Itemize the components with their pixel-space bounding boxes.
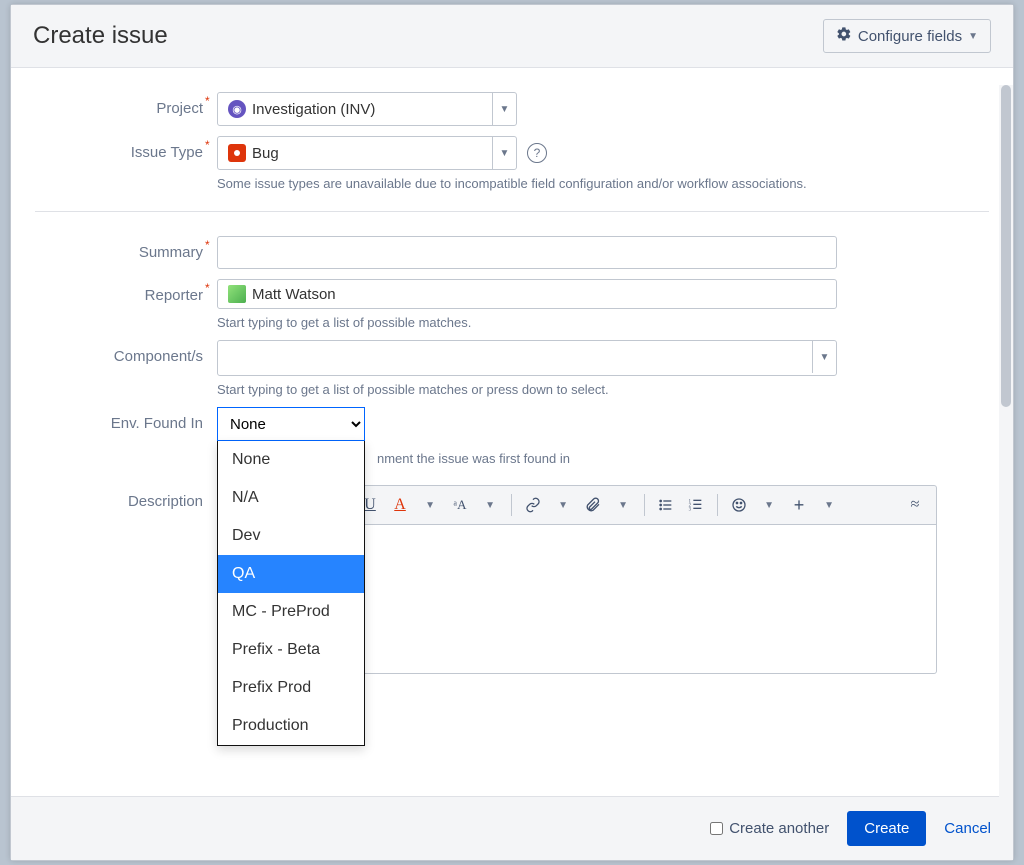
gear-icon xyxy=(836,26,852,46)
project-value: Investigation (INV) xyxy=(252,101,375,118)
env-found-in-label: Env. Found In xyxy=(35,407,217,432)
dialog-header: Create issue Configure fields ▼ xyxy=(11,5,1013,68)
configure-fields-button[interactable]: Configure fields ▼ xyxy=(823,19,991,53)
bullet-list-button[interactable] xyxy=(653,492,679,518)
scrollbar-thumb[interactable] xyxy=(1001,85,1011,407)
issue-type-value: Bug xyxy=(252,145,279,162)
env-option[interactable]: Prefix - Beta xyxy=(218,631,364,669)
reporter-note: Start typing to get a list of possible m… xyxy=(217,315,837,330)
dialog-body: Project ◉ Investigation (INV) ▼ Issue Ty… xyxy=(11,68,1013,796)
link-more[interactable]: ▼ xyxy=(550,492,576,518)
components-row: Component/s ▼ Start typing to get a list… xyxy=(35,340,989,397)
env-option[interactable]: None xyxy=(218,441,364,479)
reporter-input[interactable]: Matt Watson xyxy=(217,279,837,309)
insert-more-dropdown[interactable]: ▼ xyxy=(816,492,842,518)
expand-button[interactable]: ≈ xyxy=(902,492,928,518)
create-another-checkbox[interactable] xyxy=(710,822,723,835)
components-label: Component/s xyxy=(35,340,217,365)
clear-formatting-button[interactable]: ᵃA xyxy=(447,492,473,518)
reporter-value: Matt Watson xyxy=(252,286,336,303)
toolbar-separator xyxy=(511,494,512,516)
components-note: Start typing to get a list of possible m… xyxy=(217,382,837,397)
help-icon[interactable]: ? xyxy=(527,143,547,163)
issue-type-row: Issue Type Bug ▼ ? Some issue types are … xyxy=(35,136,989,191)
configure-fields-label: Configure fields xyxy=(858,28,962,45)
emoji-button[interactable] xyxy=(726,492,752,518)
chevron-down-icon: ▼ xyxy=(500,148,510,159)
summary-input[interactable] xyxy=(217,236,837,269)
create-button[interactable]: Create xyxy=(847,811,926,846)
project-label: Project xyxy=(35,92,217,117)
issue-type-select-toggle[interactable]: ▼ xyxy=(492,137,516,169)
create-another-label[interactable]: Create another xyxy=(710,820,829,837)
toolbar-separator xyxy=(644,494,645,516)
avatar-icon xyxy=(228,285,246,303)
issue-type-label: Issue Type xyxy=(35,136,217,161)
divider xyxy=(35,211,989,212)
summary-row: Summary xyxy=(35,236,989,269)
clear-formatting-more[interactable]: ▼ xyxy=(477,492,503,518)
env-found-in-dropdown: NoneN/ADevQAMC - PreProdPrefix - BetaPre… xyxy=(217,441,365,746)
env-found-in-help-fragment: nment the issue was first found in xyxy=(377,451,570,466)
project-row: Project ◉ Investigation (INV) ▼ xyxy=(35,92,989,126)
toolbar-separator xyxy=(717,494,718,516)
attachment-more[interactable]: ▼ xyxy=(610,492,636,518)
issue-type-note: Some issue types are unavailable due to … xyxy=(217,176,857,191)
svg-text:3: 3 xyxy=(689,507,692,512)
description-row: Description Style ▼ B I U A ▼ ᵃA ▼ xyxy=(35,485,989,674)
attachment-button[interactable] xyxy=(580,492,606,518)
bug-icon xyxy=(228,144,246,162)
insert-more-button[interactable]: + xyxy=(786,492,812,518)
chevron-down-icon: ▼ xyxy=(968,31,978,42)
link-button[interactable] xyxy=(520,492,546,518)
reporter-label: Reporter xyxy=(35,279,217,304)
text-color-more[interactable]: ▼ xyxy=(417,492,443,518)
dialog-footer: Create another Create Cancel xyxy=(11,796,1013,860)
issue-type-select[interactable]: Bug ▼ xyxy=(217,136,517,170)
env-option[interactable]: N/A xyxy=(218,479,364,517)
env-option[interactable]: MC - PreProd xyxy=(218,593,364,631)
scrollbar-track[interactable] xyxy=(999,85,1013,800)
project-icon: ◉ xyxy=(228,100,246,118)
create-issue-dialog: Create issue Configure fields ▼ Project … xyxy=(10,4,1014,861)
chevron-down-icon: ▼ xyxy=(500,104,510,115)
create-another-text: Create another xyxy=(729,820,829,837)
env-found-in-row: Env. Found In None NoneN/ADevQAMC - PreP… xyxy=(35,407,989,441)
chevron-down-icon: ▼ xyxy=(820,352,830,363)
components-select[interactable]: ▼ xyxy=(217,340,837,376)
dialog-title: Create issue xyxy=(33,22,168,50)
project-select[interactable]: ◉ Investigation (INV) ▼ xyxy=(217,92,517,126)
env-found-in-select[interactable]: None xyxy=(217,407,365,441)
number-list-button[interactable]: 123 xyxy=(683,492,709,518)
summary-label: Summary xyxy=(35,236,217,261)
env-option[interactable]: Prefix Prod xyxy=(218,669,364,707)
project-select-toggle[interactable]: ▼ xyxy=(492,93,516,125)
text-color-button[interactable]: A xyxy=(387,492,413,518)
env-option[interactable]: Production xyxy=(218,707,364,745)
reporter-row: Reporter Matt Watson Start typing to get… xyxy=(35,279,989,330)
emoji-more[interactable]: ▼ xyxy=(756,492,782,518)
env-option[interactable]: Dev xyxy=(218,517,364,555)
components-select-toggle[interactable]: ▼ xyxy=(812,341,836,373)
env-option[interactable]: QA xyxy=(218,555,364,593)
description-label: Description xyxy=(35,485,217,510)
cancel-button[interactable]: Cancel xyxy=(944,820,991,837)
